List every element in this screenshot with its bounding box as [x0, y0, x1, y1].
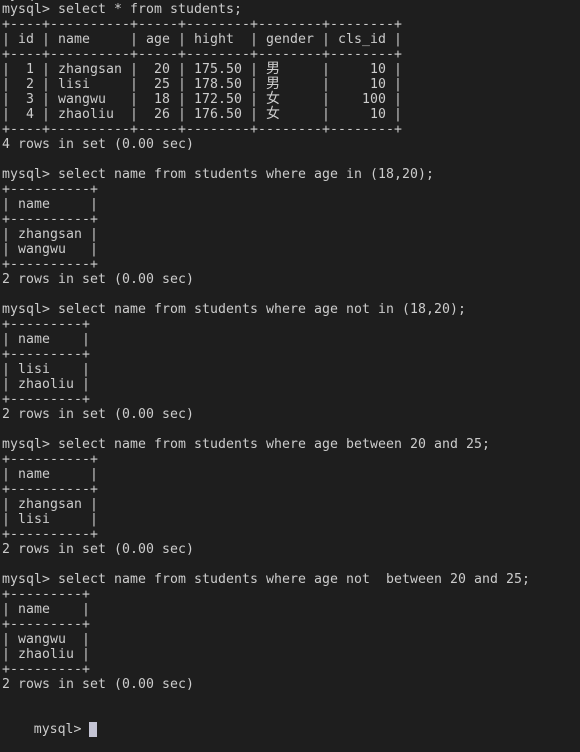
table-border: +----+----------+-----+--------+--------… [2, 17, 402, 32]
table-border: +----------+ [2, 482, 98, 497]
table-border: +---------+ [2, 392, 90, 407]
table-row: | 3 | wangwu | 18 | 172.50 | 女 | 100 | [2, 91, 402, 108]
table-border: +---------+ [2, 662, 90, 677]
command-line: mysql> select name from students where a… [2, 437, 490, 452]
command-line: mysql> select name from students where a… [2, 572, 530, 587]
table-border: +----+----------+-----+--------+--------… [2, 47, 402, 62]
table-border: +----------+ [2, 182, 98, 197]
table-row: | zhangsan | [2, 497, 98, 512]
table-header: | name | [2, 602, 90, 617]
table-row: | wangwu | [2, 242, 98, 257]
table-row: | 4 | zhaoliu | 26 | 176.50 | 女 | 10 | [2, 106, 402, 123]
table-row: | zhaoliu | [2, 647, 90, 662]
result-status: 2 rows in set (0.00 sec) [2, 272, 194, 287]
table-row: | zhangsan | [2, 227, 98, 242]
table-border: +----------+ [2, 257, 98, 272]
table-header: | name | [2, 332, 90, 347]
table-row: | wangwu | [2, 632, 90, 647]
table-row: | 2 | lisi | 25 | 178.50 | 男 | 10 | [2, 76, 402, 93]
table-header: | name | [2, 467, 98, 482]
table-border: +----------+ [2, 452, 98, 467]
table-row: | lisi | [2, 512, 98, 527]
table-border: +---------+ [2, 317, 90, 332]
command-line: mysql> select name from students where a… [2, 302, 466, 317]
table-border: +----------+ [2, 212, 98, 227]
table-header: | name | [2, 197, 98, 212]
prompt-line[interactable]: mysql> [2, 707, 580, 737]
result-status: 2 rows in set (0.00 sec) [2, 542, 194, 557]
table-header: | id | name | age | hight | gender | cls… [2, 32, 402, 47]
result-status: 2 rows in set (0.00 sec) [2, 677, 194, 692]
result-status: 4 rows in set (0.00 sec) [2, 137, 194, 152]
table-row: | lisi | [2, 362, 90, 377]
table-border: +----+----------+-----+--------+--------… [2, 122, 402, 137]
table-row: | 1 | zhangsan | 20 | 175.50 | 男 | 10 | [2, 61, 402, 78]
command-line: mysql> select name from students where a… [2, 167, 434, 182]
table-border: +---------+ [2, 347, 90, 362]
result-status: 2 rows in set (0.00 sec) [2, 407, 194, 422]
table-border: +---------+ [2, 617, 90, 632]
table-row: | zhaoliu | [2, 377, 90, 392]
table-border: +----------+ [2, 527, 98, 542]
table-border: +---------+ [2, 587, 90, 602]
terminal-output: mysql> select * from students; +----+----… [2, 2, 580, 707]
terminal-window[interactable]: mysql> mysql> select * from students;+--… [2, 0, 580, 737]
command-line: mysql> select * from students; [2, 2, 242, 17]
